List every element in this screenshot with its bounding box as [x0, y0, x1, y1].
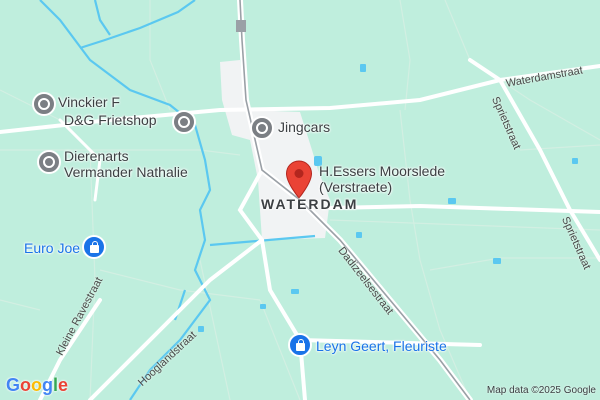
poi-marker-jingcars[interactable] [250, 116, 274, 140]
poi-label-dierenarts-line2[interactable]: Vermander Nathalie [64, 164, 188, 180]
poi-marker-leyn-geert[interactable] [288, 333, 312, 357]
poi-label-essers-line1[interactable]: H.Essers Moorslede [319, 163, 445, 179]
place-label-waterdam: WATERDAM [261, 196, 359, 212]
poi-label-euro-joe[interactable]: Euro Joe [24, 240, 80, 256]
place-marker-icon [43, 156, 55, 168]
location-pin-icon[interactable] [285, 160, 313, 200]
route-shield [236, 20, 246, 32]
shopping-bag-icon [89, 241, 99, 253]
shopping-bag-icon [295, 339, 305, 351]
poi-label-jingcars[interactable]: Jingcars [278, 119, 330, 135]
place-marker-icon [178, 116, 190, 128]
map-attribution[interactable]: Map data ©2025 Google [487, 385, 596, 396]
place-marker-icon [256, 122, 268, 134]
place-marker-icon [38, 98, 50, 110]
poi-marker-dierenarts[interactable] [37, 150, 61, 174]
google-logo: Google [6, 375, 69, 395]
poi-label-vinckier[interactable]: Vinckier F [58, 94, 120, 110]
poi-label-frietshop[interactable]: D&G Frietshop [64, 112, 157, 128]
poi-marker-euro-joe[interactable] [82, 235, 106, 259]
poi-marker-frietshop[interactable] [172, 110, 196, 134]
poi-label-dierenarts-line1[interactable]: Dierenarts [64, 148, 129, 164]
poi-label-leyn-geert[interactable]: Leyn Geert, Fleuriste [316, 338, 447, 354]
poi-marker-vinckier[interactable] [32, 92, 56, 116]
poi-label-essers-line2[interactable]: (Verstraete) [319, 179, 392, 195]
